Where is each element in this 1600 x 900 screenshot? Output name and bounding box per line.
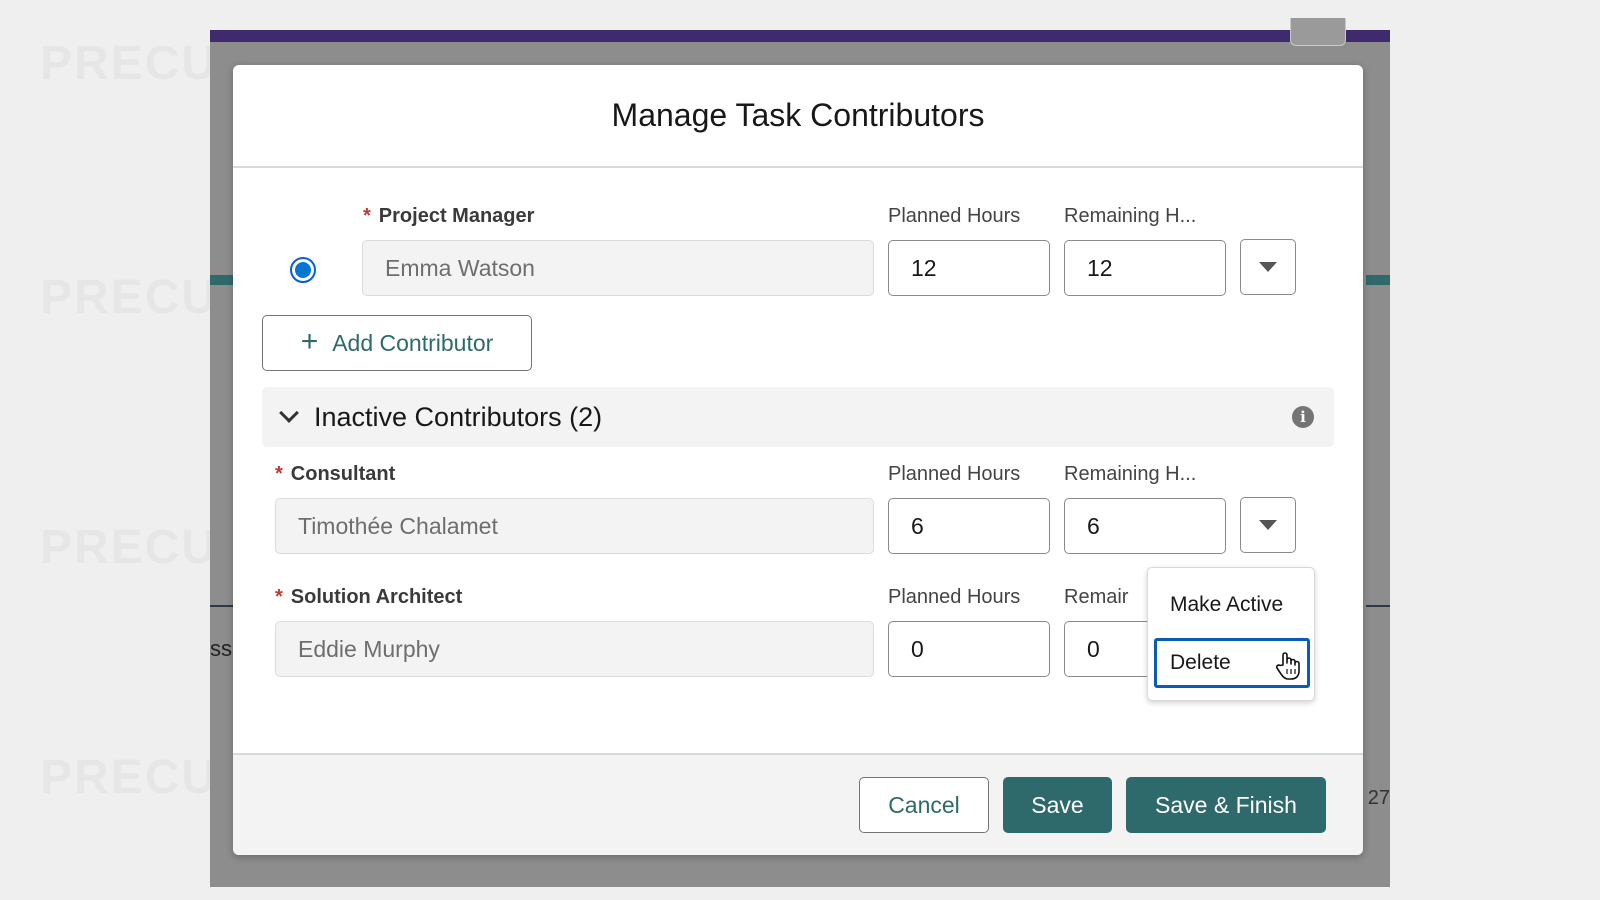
inactive-section-title: Inactive Contributors (2) xyxy=(314,401,603,432)
caret-down-icon xyxy=(1259,520,1277,530)
manage-contributors-modal: Manage Task Contributors * Project Manage… xyxy=(233,65,1363,855)
inactive-contributors-section-toggle[interactable]: Inactive Contributors (2) i xyxy=(262,387,1334,447)
planned-hours-input[interactable]: 0 xyxy=(888,621,1050,677)
remaining-hours-label: Remaining H... xyxy=(1064,205,1197,227)
row-actions-menu: Make Active Delete xyxy=(1147,567,1315,701)
planned-hours-input[interactable]: 12 xyxy=(888,240,1050,296)
app-divider xyxy=(210,605,234,607)
active-contributor-radio[interactable] xyxy=(290,257,316,283)
row-actions-dropdown-button[interactable] xyxy=(1240,239,1296,295)
remaining-hours-input[interactable]: 12 xyxy=(1064,240,1226,296)
remaining-hours-label: Remaining H... xyxy=(1064,463,1197,485)
role-label: Project Manager xyxy=(378,205,535,227)
caret-down-icon xyxy=(1259,262,1277,272)
make-active-menu-item[interactable]: Make Active xyxy=(1154,580,1310,630)
save-button[interactable]: Save xyxy=(1003,777,1112,833)
required-indicator: * xyxy=(275,463,283,485)
required-indicator: * xyxy=(363,205,371,227)
planned-hours-label: Planned Hours xyxy=(888,586,1021,608)
radio-selected-dot xyxy=(295,262,311,278)
background-close-button xyxy=(1290,18,1346,46)
modal-title: Manage Task Contributors xyxy=(611,97,985,133)
row-actions-dropdown-button[interactable] xyxy=(1240,497,1296,553)
remaining-hours-label: Remair xyxy=(1064,586,1129,608)
modal-footer: Cancel Save Save & Finish xyxy=(233,753,1363,855)
info-icon[interactable]: i xyxy=(1292,406,1314,428)
planned-hours-label: Planned Hours xyxy=(888,463,1021,485)
delete-label: Delete xyxy=(1170,651,1231,674)
delete-menu-item[interactable]: Delete xyxy=(1154,638,1310,688)
consultant-field: Timothée Chalamet xyxy=(275,498,874,554)
background-partial-number: 27 xyxy=(1367,787,1390,809)
remaining-hours-input[interactable]: 6 xyxy=(1064,498,1226,554)
app-divider xyxy=(1366,605,1390,607)
cancel-button[interactable]: Cancel xyxy=(859,777,989,833)
project-manager-label: * Project Manager xyxy=(363,205,534,228)
chevron-down-icon xyxy=(279,403,299,423)
project-manager-field: Emma Watson xyxy=(362,240,874,296)
planned-hours-input[interactable]: 6 xyxy=(888,498,1050,554)
solution-architect-label: * Solution Architect xyxy=(275,586,462,609)
save-and-finish-button[interactable]: Save & Finish xyxy=(1126,777,1326,833)
hand-cursor-icon xyxy=(1275,652,1300,680)
add-contributor-label: Add Contributor xyxy=(332,329,494,356)
modal-header: Manage Task Contributors xyxy=(233,65,1363,168)
solution-architect-field: Eddie Murphy xyxy=(275,621,874,677)
app-accent-bar xyxy=(1366,275,1390,285)
role-label: Solution Architect xyxy=(290,586,463,608)
app-accent-bar xyxy=(210,275,234,285)
plus-icon: + xyxy=(300,325,319,358)
required-indicator: * xyxy=(275,586,283,608)
role-label: Consultant xyxy=(290,463,396,485)
app-header-bar xyxy=(210,30,1390,42)
planned-hours-label: Planned Hours xyxy=(888,205,1021,227)
consultant-label: * Consultant xyxy=(275,463,395,486)
background-partial-label: ss xyxy=(210,636,232,661)
add-contributor-button[interactable]: + Add Contributor xyxy=(262,315,532,371)
